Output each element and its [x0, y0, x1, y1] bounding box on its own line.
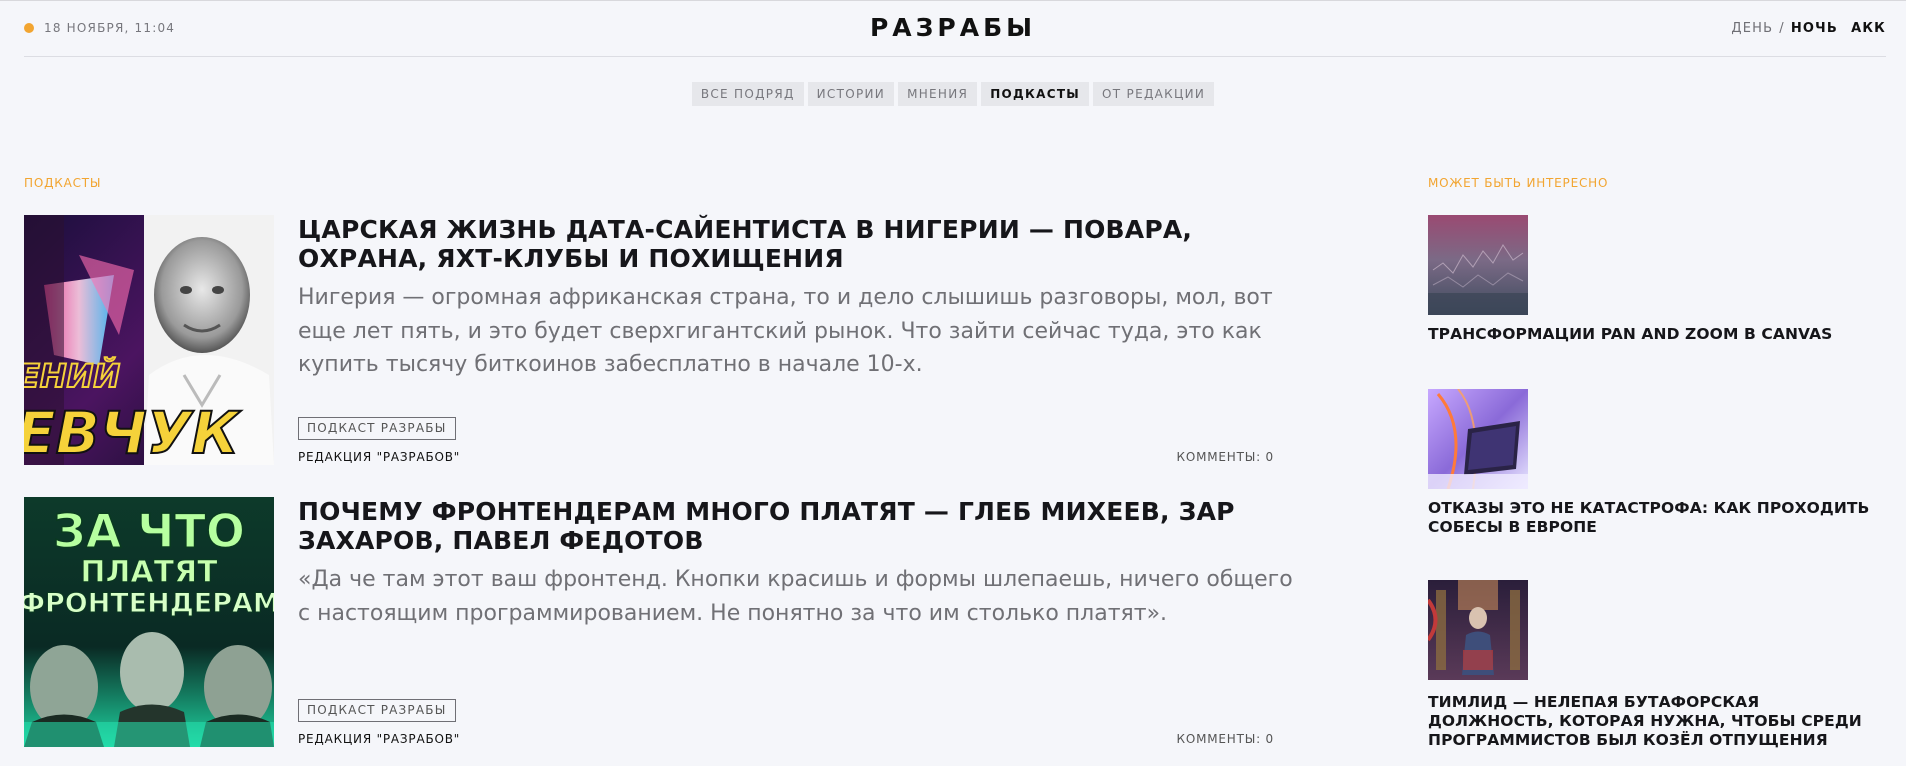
section-label-related: МОЖЕТ БЫТЬ ИНТЕРЕСНО	[1428, 176, 1609, 190]
article-thumbnail[interactable]: ЕНИЙ ЕВЧУК	[24, 215, 274, 465]
site-logo-wrap: РАЗРАБЫ	[0, 13, 1906, 42]
site-logo[interactable]: РАЗРАБЫ	[870, 13, 1036, 42]
article-card: ЕНИЙ ЕВЧУК ЦАРСКАЯ ЖИЗНЬ ДАТА-САЙЕНТИСТА…	[24, 215, 1274, 465]
tab-podcasts[interactable]: ПОДКАСТЫ	[981, 82, 1090, 106]
theme-separator: /	[1779, 21, 1785, 36]
related-thumbnail[interactable]	[1428, 215, 1528, 315]
page: 18 НОЯБРЯ, 11:04 РАЗРАБЫ ДЕНЬ / НОЧЬ АКК…	[0, 0, 1906, 766]
related-image-3	[1428, 580, 1528, 680]
related-thumbnail[interactable]	[1428, 389, 1528, 489]
related-image-2	[1428, 389, 1528, 489]
account-link[interactable]: АКК	[1851, 21, 1886, 36]
related-title[interactable]: ТИМЛИД — НЕЛЕПАЯ БУТАФОРСКАЯ ДОЛЖНОСТЬ, …	[1428, 693, 1888, 750]
article-author[interactable]: РЕДАКЦИЯ "РАЗРАБОВ"	[298, 732, 460, 746]
article-excerpt: «Да че там этот ваш фронтенд. Кнопки кра…	[298, 567, 1293, 626]
podcast-cover-image-1: ЕНИЙ ЕВЧУК	[24, 215, 274, 465]
article-thumbnail[interactable]: ЗА ЧТО ПЛАТЯТ ФРОНТЕНДЕРАМ	[24, 497, 274, 747]
related-title[interactable]: ТРАНСФОРМАЦИИ PAN AND ZOOM В CANVAS	[1428, 325, 1888, 344]
related-image-1	[1428, 215, 1528, 315]
article-tag[interactable]: ПОДКАСТ РАЗРАБЫ	[298, 699, 456, 722]
cover-line-2: ПЛАТЯТ	[80, 555, 218, 590]
article-excerpt: Нигерия — огромная африканская страна, т…	[298, 285, 1273, 377]
article-author[interactable]: РЕДАКЦИЯ "РАЗРАБОВ"	[298, 450, 460, 464]
theme-night-option[interactable]: НОЧЬ	[1791, 21, 1838, 36]
cover-line-1: ЗА ЧТО	[53, 504, 245, 558]
article-title[interactable]: ПОЧЕМУ ФРОНТЕНДЕРАМ МНОГО ПЛАТЯТ — ГЛЕБ …	[298, 497, 1258, 555]
tab-stories[interactable]: ИСТОРИИ	[807, 82, 895, 106]
live-status: 18 НОЯБРЯ, 11:04	[24, 21, 175, 35]
tab-opinions[interactable]: МНЕНИЯ	[898, 82, 978, 106]
article-comments[interactable]: КОММЕНТЫ: 0	[1177, 450, 1275, 464]
header-datetime: 18 НОЯБРЯ, 11:04	[44, 21, 176, 35]
tab-all[interactable]: ВСЕ ПОДРЯД	[691, 82, 804, 106]
cover-line-3: ФРОНТЕНДЕРАМ	[24, 588, 274, 619]
theme-switcher: ДЕНЬ / НОЧЬ	[1731, 21, 1838, 36]
article-title[interactable]: ЦАРСКАЯ ЖИЗНЬ ДАТА-САЙЕНТИСТА В НИГЕРИИ …	[298, 215, 1258, 273]
tab-editorial[interactable]: ОТ РЕДАКЦИИ	[1093, 82, 1215, 106]
cover-text-name: ЕВЧУК	[24, 399, 241, 465]
article-comments[interactable]: КОММЕНТЫ: 0	[1177, 732, 1275, 746]
theme-day-option[interactable]: ДЕНЬ	[1731, 21, 1773, 36]
cover-text-top: ЕНИЙ	[24, 357, 120, 395]
category-tabs: ВСЕ ПОДРЯД ИСТОРИИ МНЕНИЯ ПОДКАСТЫ ОТ РЕ…	[0, 82, 1906, 106]
live-dot-icon	[24, 23, 34, 33]
section-label-podcasts: ПОДКАСТЫ	[24, 176, 102, 190]
article-card: ЗА ЧТО ПЛАТЯТ ФРОНТЕНДЕРАМ ПОЧЕМУ ФРОНТЕ…	[24, 497, 1293, 747]
related-title[interactable]: ОТКАЗЫ ЭТО НЕ КАТАСТРОФА: КАК ПРОХОДИТЬ …	[1428, 499, 1888, 537]
header-divider	[24, 56, 1886, 57]
podcast-cover-image-2: ЗА ЧТО ПЛАТЯТ ФРОНТЕНДЕРАМ	[24, 497, 274, 747]
article-tag[interactable]: ПОДКАСТ РАЗРАБЫ	[298, 417, 456, 440]
related-thumbnail[interactable]	[1428, 580, 1528, 680]
site-header: 18 НОЯБРЯ, 11:04 РАЗРАБЫ ДЕНЬ / НОЧЬ АКК	[0, 0, 1906, 57]
